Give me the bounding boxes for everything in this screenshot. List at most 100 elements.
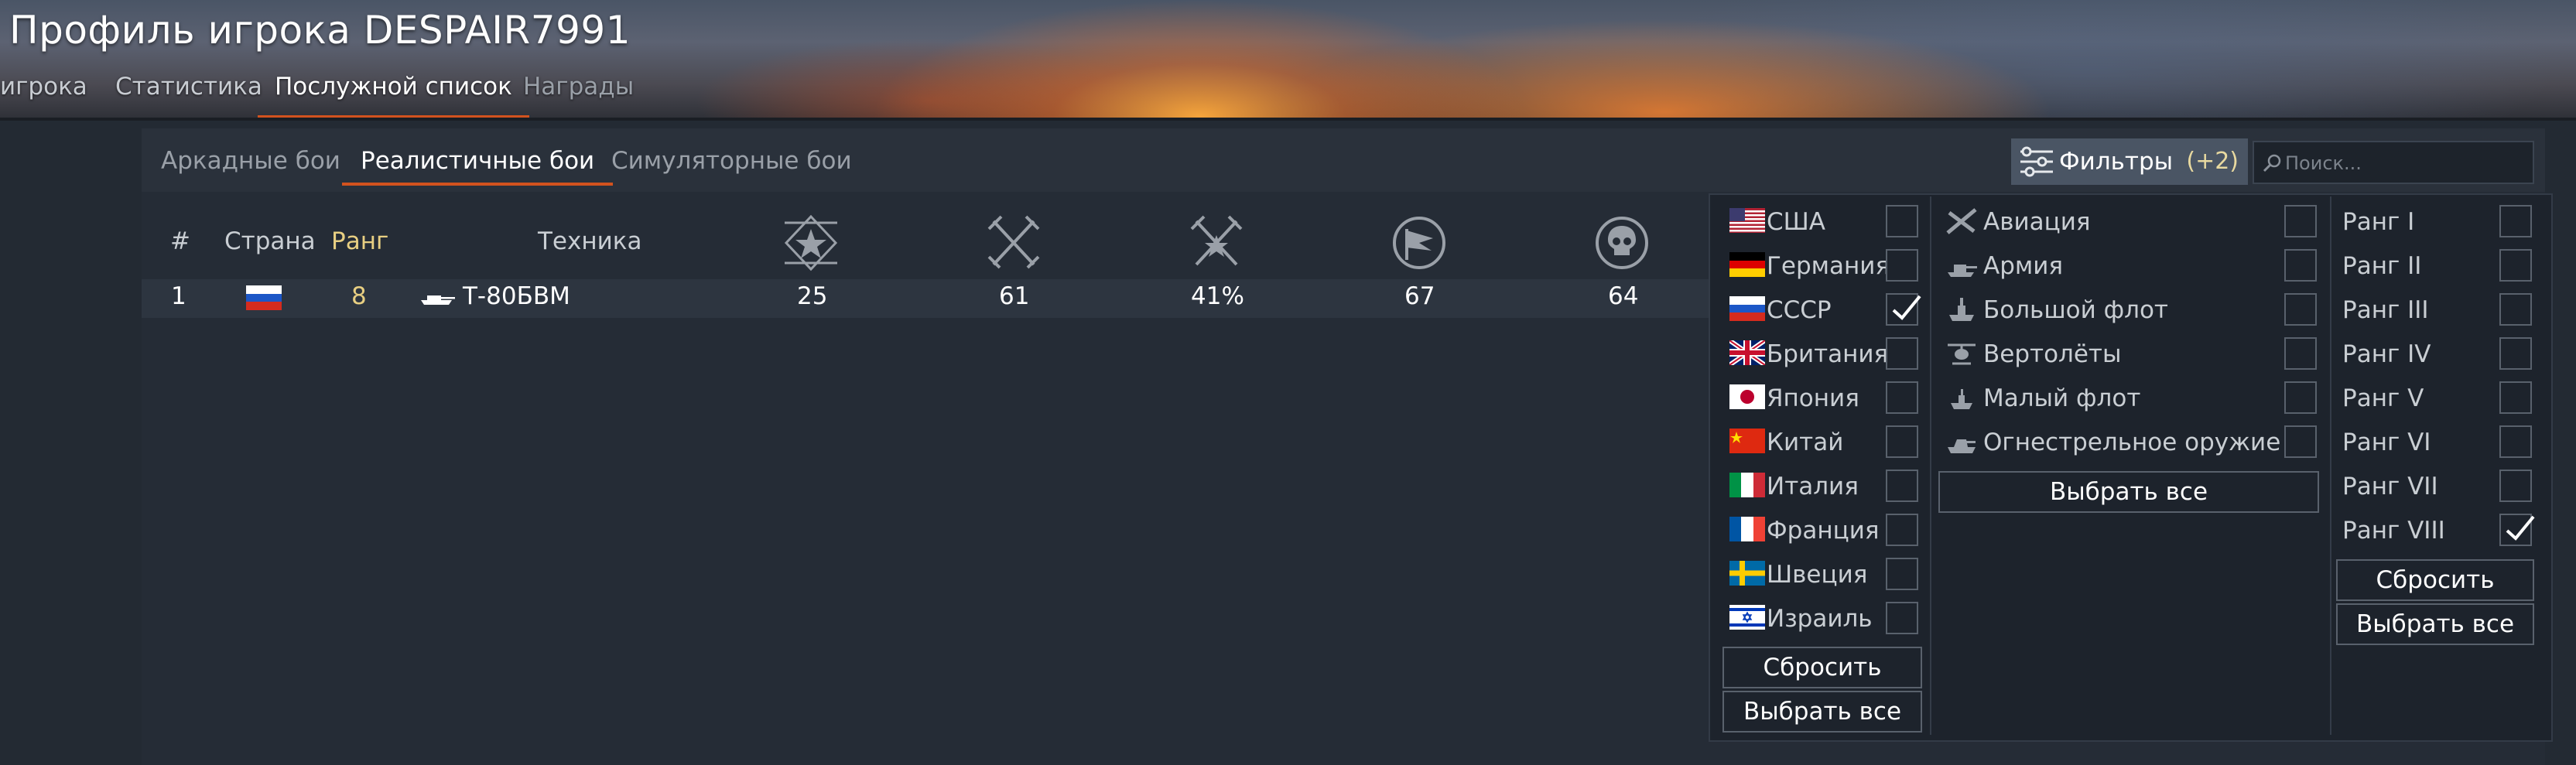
- tank-icon: [421, 295, 455, 305]
- rank-filter-item[interactable]: Ранг VII: [2342, 466, 2536, 505]
- country-filter-checkbox[interactable]: [1886, 205, 1918, 237]
- rank-filter-item[interactable]: Ранг III: [2342, 290, 2536, 329]
- country-filter-item[interactable]: Германия: [1729, 246, 1919, 285]
- class-filter-checkbox[interactable]: [2284, 381, 2317, 414]
- class-filter-item[interactable]: Малый флот: [1946, 378, 2318, 417]
- search-input[interactable]: [2285, 150, 2525, 176]
- kills-percent-icon[interactable]: [1185, 212, 1247, 274]
- tab-service-record[interactable]: Послужной список: [258, 73, 529, 119]
- col-header-num: #: [170, 227, 190, 255]
- rank-filter-item[interactable]: Ранг V: [2342, 378, 2536, 417]
- helicopter-icon: [1946, 340, 1977, 367]
- class-filter-label: Армия: [1983, 252, 2064, 280]
- country-filter-label: Япония: [1767, 384, 1859, 412]
- usa-flag-icon: [1729, 208, 1765, 233]
- deaths-icon[interactable]: [1591, 212, 1653, 274]
- class-filter-item[interactable]: Авиация: [1946, 202, 2318, 241]
- rank-filter-item[interactable]: Ранг VIII: [2342, 511, 2536, 549]
- tab-arcade[interactable]: Аркадные бои: [161, 147, 340, 175]
- class-filter-item[interactable]: Вертолёты: [1946, 334, 2318, 373]
- country-reset-button[interactable]: Сбросить: [1722, 647, 1922, 688]
- country-filter-checkbox[interactable]: [1886, 293, 1921, 326]
- country-select-all-button[interactable]: Выбрать все: [1722, 691, 1922, 733]
- rank-filter-item[interactable]: Ранг IV: [2342, 334, 2536, 373]
- ussr-flag-icon: [1729, 296, 1765, 321]
- table-row[interactable]: [142, 279, 1712, 318]
- page-title: Профиль игрока DESPAIR7991: [9, 8, 631, 53]
- country-filter-item[interactable]: Британия: [1728, 334, 1919, 373]
- rank-filter-item[interactable]: Ранг II: [2342, 246, 2536, 285]
- filters-label: Фильтры: [2059, 148, 2174, 176]
- firearm-icon: [1946, 429, 1977, 455]
- country-filter-item[interactable]: Китай: [1729, 422, 1919, 461]
- country-filter-label: Швеция: [1767, 561, 1868, 589]
- rank-filter-checkbox[interactable]: [2499, 425, 2532, 458]
- class-select-all-button[interactable]: Выбрать все: [1938, 471, 2319, 513]
- rank-select-all-button[interactable]: Выбрать все: [2336, 603, 2534, 645]
- filters-button[interactable]: Фильтры (+2): [2011, 138, 2248, 185]
- country-filter-label: Китай: [1767, 429, 1844, 456]
- col-header-rank[interactable]: Ранг: [331, 227, 388, 255]
- divider: [2330, 196, 2331, 735]
- country-filter-checkbox[interactable]: [1886, 337, 1918, 370]
- tab-statistics[interactable]: Статистика: [115, 73, 262, 118]
- country-filter-checkbox[interactable]: [1886, 470, 1918, 502]
- row-stat-air-kills: 61: [999, 282, 1030, 310]
- rank-filter-item[interactable]: Ранг VI: [2342, 422, 2536, 461]
- class-filter-checkbox[interactable]: [2284, 337, 2317, 370]
- rank-filter-checkbox[interactable]: [2499, 293, 2532, 326]
- rank-filter-item[interactable]: Ранг I: [2342, 202, 2536, 241]
- country-filter-checkbox[interactable]: [1886, 249, 1918, 282]
- country-filter-checkbox[interactable]: [1886, 425, 1918, 458]
- country-filter-checkbox[interactable]: [1886, 381, 1918, 414]
- class-filter-item[interactable]: Большой флот: [1946, 290, 2318, 329]
- tab-player[interactable]: игрока: [0, 73, 87, 118]
- country-filter-item[interactable]: СССР: [1729, 290, 1921, 329]
- class-filter-label: Вертолёты: [1983, 340, 2122, 368]
- rank-filter-checkbox[interactable]: [2499, 381, 2532, 414]
- tab-awards[interactable]: Награды: [523, 73, 634, 118]
- air-kills-icon[interactable]: [983, 212, 1045, 274]
- country-filter-item[interactable]: США: [1729, 202, 1919, 241]
- row-rank: 8: [351, 282, 367, 310]
- rank-filter-checkbox[interactable]: [2499, 337, 2532, 370]
- country-filter-checkbox[interactable]: [1886, 514, 1918, 546]
- ussr-flag-icon: [246, 285, 282, 310]
- divider: [1930, 196, 1931, 735]
- tab-simulator[interactable]: Симуляторные бои: [611, 147, 852, 175]
- ground-kills-icon[interactable]: [780, 212, 842, 274]
- class-filter-label: Огнестрельное оружие: [1983, 429, 2281, 456]
- class-filter-checkbox[interactable]: [2284, 249, 2317, 282]
- country-filter-checkbox[interactable]: [1886, 558, 1918, 590]
- rank-filter-label: Ранг VI: [2342, 429, 2431, 456]
- country-filter-item[interactable]: Италия: [1729, 466, 1919, 505]
- country-filter-item[interactable]: Швеция: [1729, 555, 1919, 593]
- country-filter-item[interactable]: Франция: [1729, 511, 1919, 549]
- country-filter-label: Италия: [1767, 473, 1859, 500]
- row-stat-ground-kills: 25: [797, 282, 828, 310]
- rank-filter-checkbox[interactable]: [2499, 514, 2535, 546]
- captures-icon[interactable]: [1388, 212, 1450, 274]
- country-filter-item[interactable]: Япония: [1729, 378, 1919, 417]
- rank-filter-checkbox[interactable]: [2499, 249, 2532, 282]
- class-filter-checkbox[interactable]: [2284, 293, 2317, 326]
- class-filter-checkbox[interactable]: [2284, 425, 2317, 458]
- rank-filter-checkbox[interactable]: [2499, 470, 2532, 502]
- row-vehicle-name[interactable]: Т-80БВМ: [463, 282, 570, 310]
- tab-realistic[interactable]: Реалистичные бои: [341, 147, 614, 186]
- country-filter-item[interactable]: Израиль: [1729, 599, 1919, 637]
- col-header-country[interactable]: Страна: [224, 227, 316, 255]
- country-filter-label: Британия: [1767, 340, 1889, 368]
- rank-reset-button[interactable]: Сбросить: [2336, 559, 2534, 601]
- class-filter-label: Авиация: [1983, 208, 2091, 236]
- rank-filter-checkbox[interactable]: [2499, 205, 2532, 237]
- class-filter-item[interactable]: Армия: [1946, 246, 2318, 285]
- profile-header: Профиль игрока DESPAIR7991 игрока Статис…: [0, 0, 2576, 121]
- row-stat-captures: 67: [1404, 282, 1435, 310]
- class-filter-checkbox[interactable]: [2284, 205, 2317, 237]
- rank-filter-label: Ранг VIII: [2342, 517, 2445, 545]
- country-filter-checkbox[interactable]: [1886, 602, 1918, 634]
- col-header-vehicle[interactable]: Техника: [538, 227, 642, 255]
- class-filter-item[interactable]: Огнестрельное оружие: [1946, 422, 2318, 461]
- search-box[interactable]: [2253, 141, 2534, 184]
